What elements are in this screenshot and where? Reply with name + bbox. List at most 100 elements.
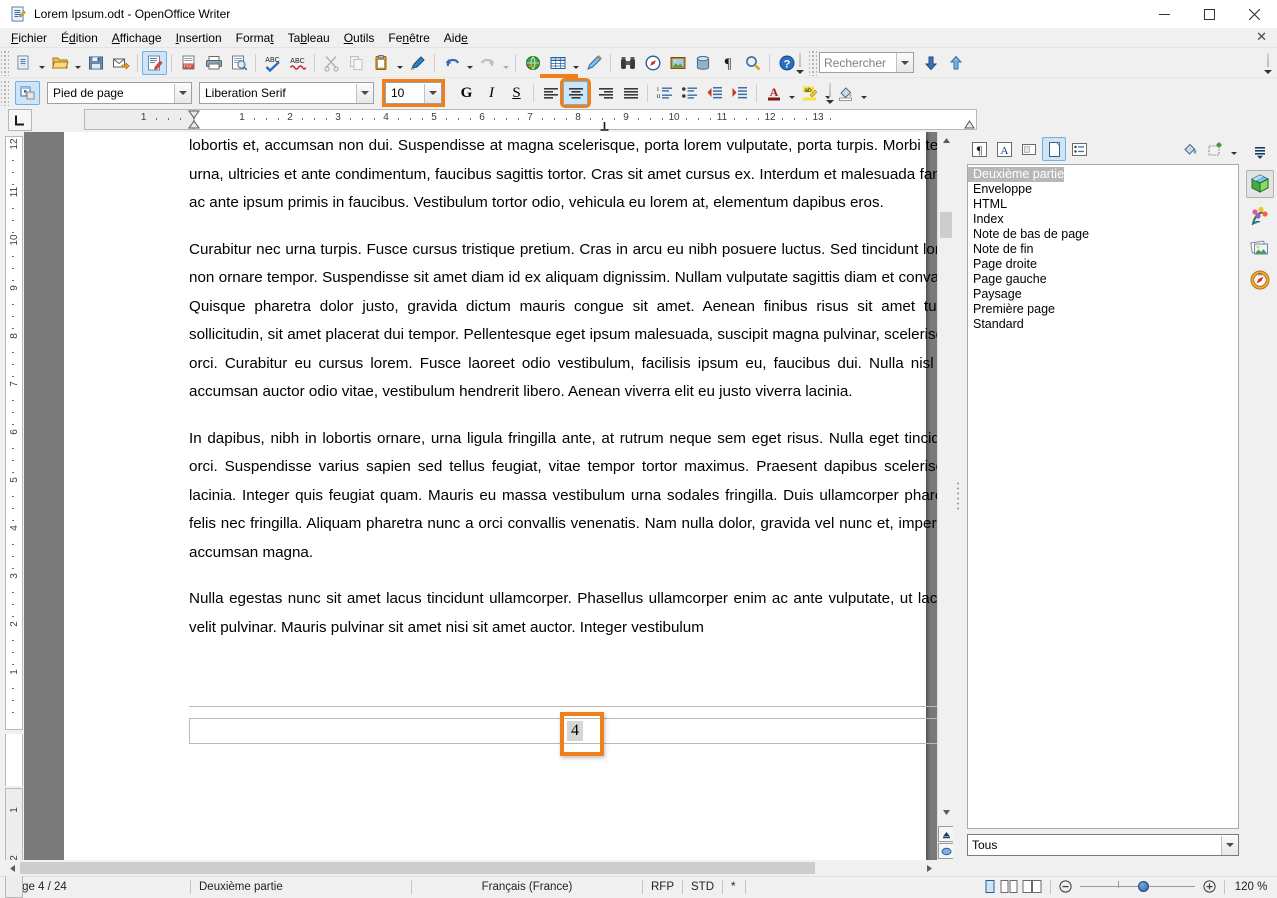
zoom-out-icon[interactable]	[1057, 879, 1074, 895]
undo-arrow-icon[interactable]	[439, 51, 464, 75]
font-size-combobox[interactable]: 10	[382, 79, 445, 107]
vertical-scrollbar[interactable]	[937, 132, 954, 876]
increase-indent-icon[interactable]	[727, 81, 752, 105]
search-toolbar-overflow[interactable]	[1261, 48, 1275, 78]
digital-signature-indicator[interactable]	[746, 879, 802, 895]
database-icon[interactable]	[690, 51, 715, 75]
paintbrush-icon[interactable]	[405, 51, 430, 75]
style-list-item[interactable]: Standard	[968, 317, 1238, 332]
align-left-icon[interactable]	[538, 81, 563, 105]
pilcrow-styles-icon[interactable]: ¶	[967, 137, 991, 161]
draw-pencil-icon[interactable]	[581, 51, 606, 75]
search-dropdown-icon[interactable]	[896, 53, 913, 72]
decrease-indent-icon[interactable]	[702, 81, 727, 105]
numbered-list-icon[interactable]: I II	[652, 81, 677, 105]
menu-fichier[interactable]: Fichier	[4, 29, 54, 47]
body-paragraph[interactable]: In dapibus, nibh in lobortis ornare, urn…	[189, 425, 937, 568]
print-preview-icon[interactable]	[226, 51, 251, 75]
abc-red-wave-icon[interactable]: ABC	[285, 51, 310, 75]
paragraph-style-combobox[interactable]: Pied de page	[47, 82, 192, 104]
menu-outils[interactable]: Outils	[337, 29, 382, 47]
compass-icon[interactable]	[640, 51, 665, 75]
close-button[interactable]	[1232, 0, 1277, 28]
zoom-slider[interactable]	[1080, 880, 1195, 894]
font-size-dropdown-icon[interactable]	[424, 83, 441, 103]
maximize-button[interactable]	[1187, 0, 1232, 28]
style-filter-dropdown-icon[interactable]	[1221, 835, 1238, 855]
background-color-dropdown-icon[interactable]	[858, 81, 869, 105]
menu-fenetre[interactable]: Fenêtre	[381, 29, 436, 47]
style-filter-combobox[interactable]: Tous	[967, 834, 1239, 856]
table-dropdown-icon[interactable]	[570, 51, 581, 75]
styles-images-icon[interactable]	[1246, 234, 1274, 262]
zoom-slider-knob[interactable]	[1138, 881, 1149, 892]
tab-stop-marker[interactable]	[600, 120, 609, 131]
page-body-text[interactable]: lobortis et, accumsan non dui. Suspendis…	[189, 132, 937, 660]
font-name-combobox[interactable]: Liberation Serif	[199, 82, 374, 104]
minimize-button[interactable]	[1142, 0, 1187, 28]
insert-mode-indicator[interactable]: RFP	[643, 879, 682, 895]
menu-edition[interactable]: Édition	[54, 29, 105, 47]
standard-toolbar-overflow[interactable]	[793, 48, 807, 78]
align-center-icon[interactable]	[560, 78, 591, 108]
menu-format[interactable]: Format	[229, 29, 281, 47]
italic-button[interactable]: I	[479, 81, 504, 105]
formatting-toolbar-overflow[interactable]	[823, 78, 837, 108]
document-modified-indicator[interactable]: *	[723, 879, 745, 895]
style-list-item[interactable]: Index	[968, 212, 1238, 227]
floppy-save-icon[interactable]	[83, 51, 108, 75]
bullet-list-icon[interactable]	[677, 81, 702, 105]
character-a-icon[interactable]: A	[992, 137, 1016, 161]
gallery-flowers-icon[interactable]	[1246, 202, 1274, 230]
open-doc-dropdown-icon[interactable]	[72, 51, 83, 75]
horizontal-ruler[interactable]: 1 1 2 3 4 5 6 7 8 9 10 11 12 13	[34, 109, 977, 131]
body-paragraph[interactable]: Nulla egestas nunc sit amet lacus tincid…	[189, 585, 937, 642]
right-indent-marker[interactable]	[964, 117, 976, 129]
new-style-icon[interactable]	[1203, 137, 1227, 161]
footer-area[interactable]: 4	[189, 712, 937, 756]
style-list-item[interactable]: HTML	[968, 197, 1238, 212]
previous-page-button[interactable]	[938, 826, 954, 842]
pdf-export-icon[interactable]: PDF	[176, 51, 201, 75]
style-list-item[interactable]: Note de bas de page	[968, 227, 1238, 242]
style-list-item[interactable]: Page gauche	[968, 272, 1238, 287]
menu-aide[interactable]: Aide	[437, 29, 475, 47]
ruler-left-margin[interactable]	[84, 109, 194, 130]
properties-cube-icon[interactable]	[1246, 170, 1274, 198]
open-folder-icon[interactable]	[47, 51, 72, 75]
menu-tableau[interactable]: Tableau	[281, 29, 337, 47]
align-right-icon[interactable]	[593, 81, 618, 105]
body-paragraph[interactable]: lobortis et, accumsan non dui. Suspendis…	[189, 132, 937, 218]
style-list-item[interactable]: Première page	[968, 302, 1238, 317]
body-paragraph[interactable]: Curabitur nec urna turpis. Fusce cursus …	[189, 236, 937, 407]
page-style-indicator[interactable]: Deuxième partie	[191, 879, 411, 895]
style-list-item[interactable]: Deuxième partie	[968, 167, 1065, 182]
language-indicator[interactable]: Français (France)	[412, 879, 642, 895]
style-list-item[interactable]: Note de fin	[968, 242, 1238, 257]
font-color-icon[interactable]: A	[761, 81, 786, 105]
vruler-footer-area[interactable]	[5, 734, 23, 786]
horizontal-scroll-thumb[interactable]	[20, 862, 815, 874]
binoculars-icon[interactable]	[615, 51, 640, 75]
clipboard-icon[interactable]	[369, 51, 394, 75]
scroll-right-button[interactable]	[921, 860, 937, 876]
selection-mode-indicator[interactable]: STD	[683, 879, 722, 895]
abc-check-icon[interactable]: ABC	[260, 51, 285, 75]
new-style-dropdown-icon[interactable]	[1228, 137, 1239, 161]
new-doc-icon[interactable]	[11, 51, 36, 75]
navigation-button[interactable]	[938, 843, 954, 859]
find-up-arrow-icon[interactable]	[943, 51, 968, 75]
multi-page-view-icon[interactable]	[998, 879, 1020, 895]
scroll-up-button[interactable]	[938, 132, 954, 148]
formatting-toolbar-grip[interactable]	[1, 80, 9, 106]
tab-stop-left-icon[interactable]	[8, 109, 32, 131]
table-grid-icon[interactable]	[540, 51, 578, 78]
paragraph-style-dropdown-icon[interactable]	[174, 83, 191, 103]
style-list-item[interactable]: Paysage	[968, 287, 1238, 302]
sidebar-settings-icon[interactable]	[1246, 138, 1274, 166]
picture-frame-icon[interactable]	[665, 51, 690, 75]
toolbar-grip[interactable]	[1, 49, 9, 76]
find-down-arrow-icon[interactable]	[918, 51, 943, 75]
scroll-down-button[interactable]	[938, 804, 954, 820]
list-styles-icon[interactable]	[1067, 137, 1091, 161]
